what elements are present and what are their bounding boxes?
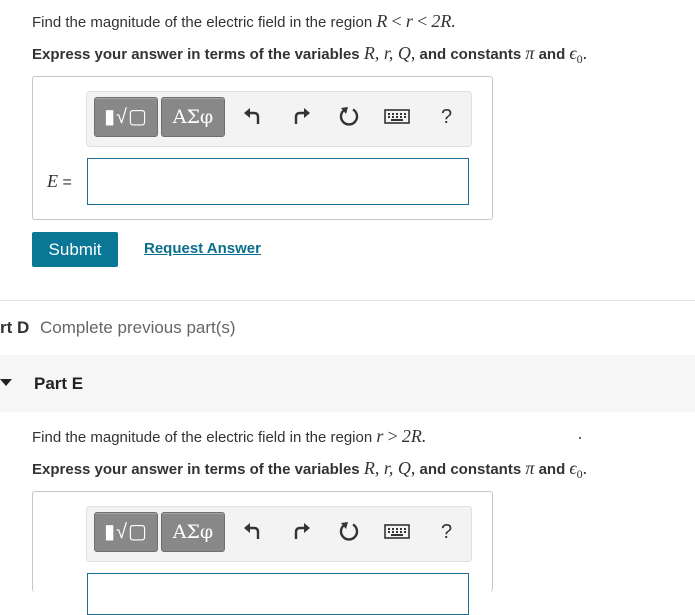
symbols-button[interactable]: ΑΣφ xyxy=(161,97,225,137)
period: . xyxy=(582,458,588,478)
math-gt: > xyxy=(387,426,398,446)
part-e-question: Find the magnitude of the electric field… xyxy=(32,426,426,447)
and-text: and xyxy=(538,46,566,63)
question-text: Find the magnitude of the electric field… xyxy=(32,429,373,446)
var-R: R xyxy=(363,458,375,478)
express-text: Express your answer in terms of the vari… xyxy=(32,46,360,63)
var-R: R xyxy=(363,43,375,63)
math-lt: < xyxy=(417,11,428,31)
templates-icon: ▮√▢ xyxy=(104,521,148,543)
part-d-header: rt D Complete previous part(s) xyxy=(0,318,236,338)
keyboard-icon[interactable] xyxy=(384,520,410,542)
answer-label: E = xyxy=(47,171,72,192)
request-answer-link[interactable]: Request Answer xyxy=(144,240,261,257)
math-toolbar-e: ▮√▢ ΑΣφ ? xyxy=(86,506,472,562)
var-Q: , Q xyxy=(388,43,411,63)
math-R: R xyxy=(376,11,388,31)
math-toolbar: ▮√▢ ΑΣφ ? xyxy=(86,91,472,147)
var-Q: , Q xyxy=(388,458,411,478)
answer-input[interactable] xyxy=(87,158,469,205)
help-button[interactable]: ? xyxy=(441,106,452,129)
keyboard-icon[interactable] xyxy=(384,105,410,127)
const-epsilon: ϵ xyxy=(569,43,577,63)
comma: , xyxy=(410,458,416,478)
and-text: and xyxy=(538,461,566,478)
and-constants-text: and constants xyxy=(419,461,522,478)
period: . xyxy=(582,43,588,63)
templates-button[interactable]: ▮√▢ xyxy=(94,97,158,137)
part-c-question: Find the magnitude of the electric field… xyxy=(32,11,456,32)
answer-panel: ▮√▢ ΑΣφ ? E = xyxy=(32,76,493,220)
math-2R: 2R. xyxy=(401,426,427,446)
part-d-status: Complete previous part(s) xyxy=(40,318,236,337)
reset-icon[interactable] xyxy=(338,105,360,127)
undo-icon[interactable] xyxy=(242,105,264,127)
comma: , xyxy=(410,43,416,63)
greek-symbols-icon: ΑΣφ xyxy=(172,106,214,128)
submit-button[interactable]: Submit xyxy=(32,232,118,267)
caret-down-icon xyxy=(0,379,12,386)
math-2R: 2R. xyxy=(431,11,456,31)
part-e-express: Express your answer in terms of the vari… xyxy=(32,458,587,482)
label-E: E xyxy=(47,171,58,191)
part-c-express: Express your answer in terms of the vari… xyxy=(32,43,587,67)
math-lt: < xyxy=(391,11,402,31)
help-button[interactable]: ? xyxy=(441,521,452,544)
reset-icon[interactable] xyxy=(338,520,360,542)
redo-icon[interactable] xyxy=(290,520,312,542)
templates-button[interactable]: ▮√▢ xyxy=(94,512,158,552)
and-constants-text: and constants xyxy=(419,46,522,63)
part-e-title: Part E xyxy=(34,374,84,393)
undo-icon[interactable] xyxy=(242,520,264,542)
math-r: r xyxy=(405,11,413,31)
part-d-title: rt D xyxy=(0,318,30,337)
redo-icon[interactable] xyxy=(290,105,312,127)
var-r: , r xyxy=(374,458,389,478)
math-r: r xyxy=(376,426,384,446)
symbols-button[interactable]: ΑΣφ xyxy=(161,512,225,552)
answer-input-e[interactable] xyxy=(87,573,469,615)
part-e-header[interactable]: Part E xyxy=(0,355,695,412)
stray-dot xyxy=(579,437,581,439)
const-pi: π xyxy=(525,43,535,63)
const-epsilon: ϵ xyxy=(569,458,577,478)
divider xyxy=(0,300,695,301)
label-equals: = xyxy=(58,174,72,191)
greek-symbols-icon: ΑΣφ xyxy=(172,521,214,543)
const-pi: π xyxy=(525,458,535,478)
var-r: , r xyxy=(374,43,389,63)
question-text: Find the magnitude of the electric field… xyxy=(32,14,373,31)
express-text: Express your answer in terms of the vari… xyxy=(32,461,360,478)
templates-icon: ▮√▢ xyxy=(104,106,148,128)
